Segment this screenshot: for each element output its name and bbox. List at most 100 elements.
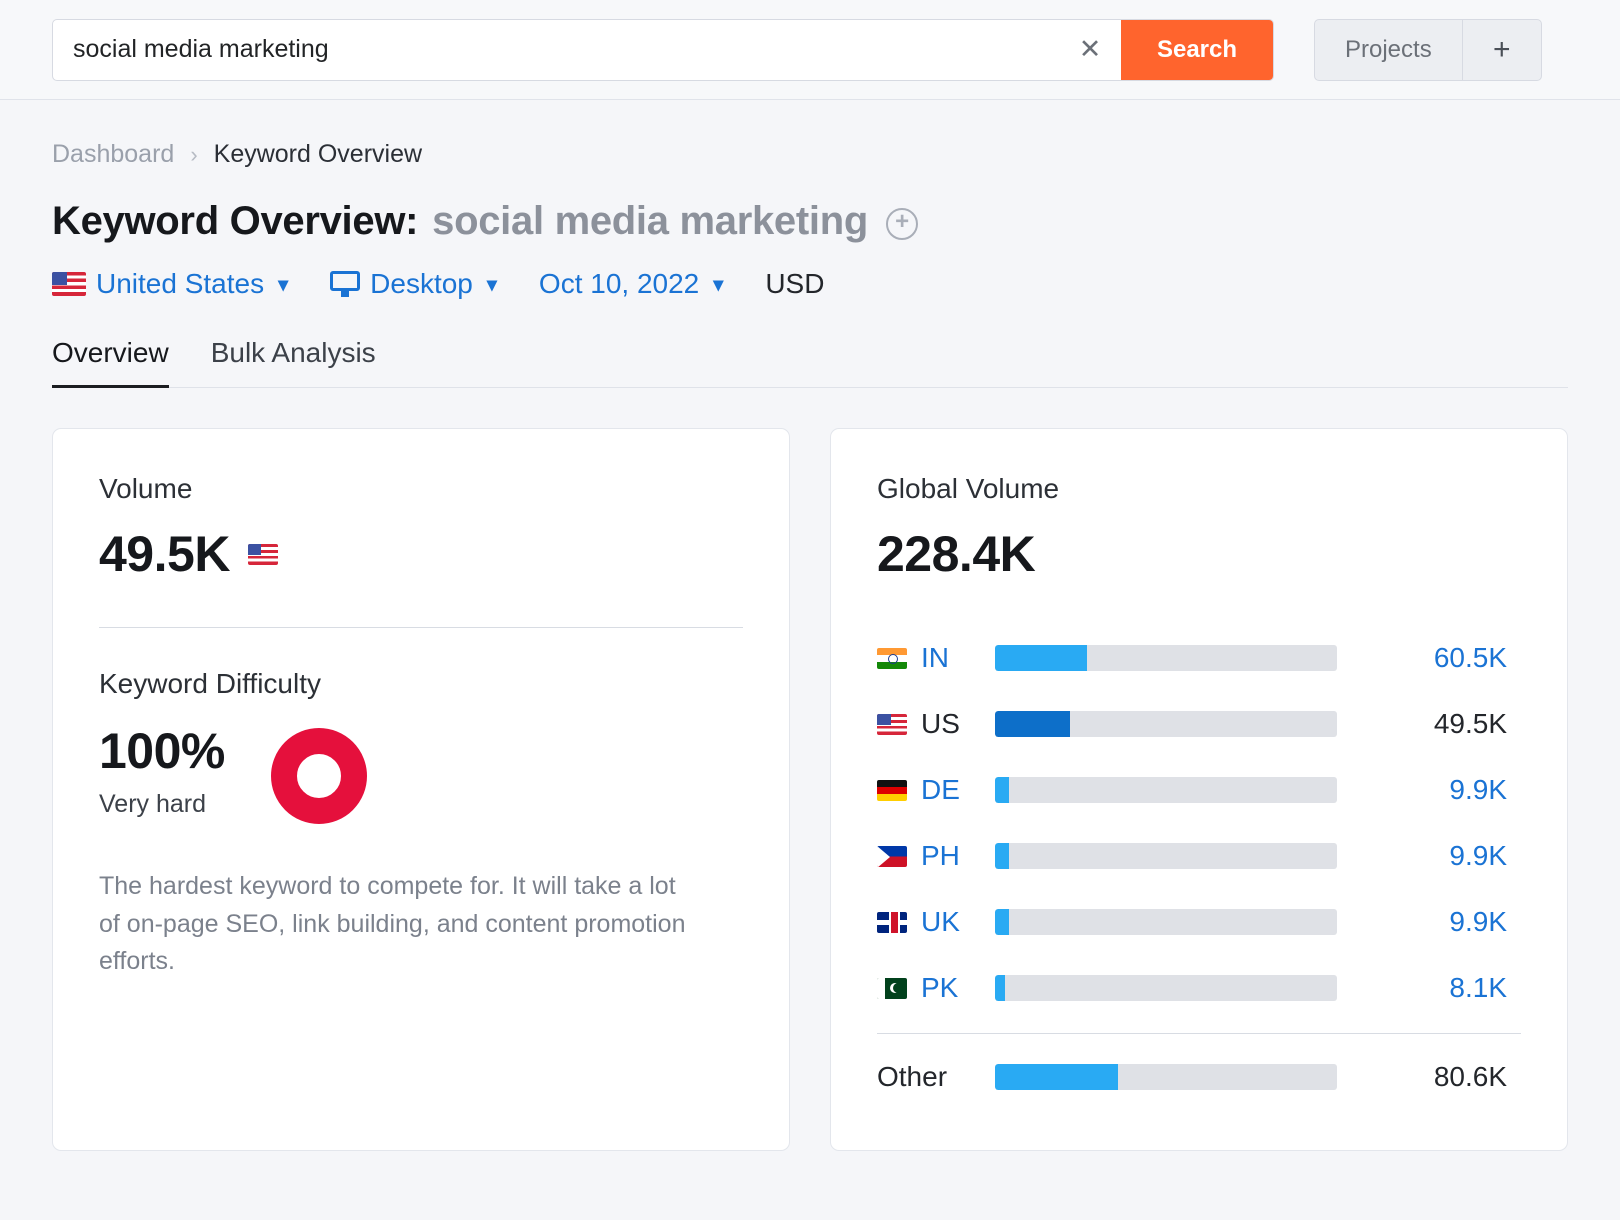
list-divider [877, 1033, 1521, 1034]
volume-bar-fill [995, 777, 1009, 803]
breadcrumb-separator-icon: › [190, 142, 197, 168]
country-code: PK [921, 972, 958, 1004]
volume-value: 49.5K [1337, 708, 1507, 740]
page-title: Keyword Overview: social media marketing… [52, 199, 1568, 244]
card-divider [99, 627, 743, 628]
chevron-down-icon: ▾ [278, 272, 288, 297]
country-code: DE [921, 774, 960, 806]
device-filter[interactable]: Desktop ▾ [330, 268, 497, 300]
volume-bar-fill [995, 909, 1009, 935]
search-input[interactable] [53, 20, 1059, 80]
country-cell[interactable]: US [877, 708, 995, 740]
date-filter[interactable]: Oct 10, 2022 ▾ [539, 268, 723, 300]
search-field-group: ✕ Search [52, 19, 1274, 81]
volume-bar-fill [995, 645, 1087, 671]
device-filter-label: Desktop [370, 268, 473, 300]
volume-value: 9.9K [1337, 906, 1507, 938]
global-volume-row: PK 8.1K [877, 955, 1521, 1021]
volume-value: 9.9K [1337, 774, 1507, 806]
flag-in-icon [877, 648, 907, 669]
flag-de-icon [877, 780, 907, 801]
tab-bar: Overview Bulk Analysis [52, 336, 1568, 388]
search-button[interactable]: Search [1121, 20, 1273, 80]
volume-bar-fill [995, 1064, 1118, 1090]
global-volume-row: UK 9.9K [877, 889, 1521, 955]
volume-bar-track [995, 909, 1337, 935]
united-states-flag-icon [248, 544, 278, 565]
date-filter-label: Oct 10, 2022 [539, 268, 699, 300]
country-code: US [921, 708, 960, 740]
volume-value: 8.1K [1337, 972, 1507, 1004]
metrics-cards: Volume 49.5K Keyword Difficulty 100% Ver… [0, 388, 1620, 1151]
volume-bar-fill [995, 975, 1005, 1001]
volume-bar-fill [995, 711, 1070, 737]
monitor-icon [330, 271, 360, 297]
filter-row: United States ▾ Desktop ▾ Oct 10, 2022 ▾… [52, 268, 1568, 300]
global-volume-country-list: IN 60.5K US 49.5K DE 9.9K PH 9.9K UK 9.9K PK 8.1K Ot… [877, 625, 1521, 1110]
country-code: PH [921, 840, 960, 872]
global-volume-row: DE 9.9K [877, 757, 1521, 823]
keyword-difficulty-rating: Very hard [99, 790, 225, 819]
projects-group: Projects + [1314, 19, 1542, 81]
volume-value: 80.6K [1337, 1061, 1507, 1093]
global-volume-card: Global Volume 228.4K IN 60.5K US 49.5K DE 9.9… [830, 428, 1568, 1151]
volume-bar-track [995, 711, 1337, 737]
global-volume-row: PH 9.9K [877, 823, 1521, 889]
country-cell[interactable]: UK [877, 906, 995, 938]
keyword-difficulty-row: 100% Very hard [99, 722, 743, 824]
volume-bar-track [995, 1064, 1337, 1090]
global-volume-label: Global Volume [877, 473, 1521, 505]
flag-us-icon [877, 714, 907, 735]
page-title-keyword: social media marketing [432, 199, 868, 244]
keyword-difficulty-description: The hardest keyword to compete for. It w… [99, 868, 699, 981]
global-volume-value: 228.4K [877, 525, 1521, 583]
country-label: Other [877, 1061, 995, 1093]
add-project-plus-icon[interactable]: + [1463, 20, 1541, 80]
chevron-down-icon: ▾ [713, 272, 723, 297]
country-cell[interactable]: PK [877, 972, 995, 1004]
chevron-down-icon: ▾ [487, 272, 497, 297]
country-cell[interactable]: PH [877, 840, 995, 872]
difficulty-donut-chart [271, 728, 367, 824]
tab-overview[interactable]: Overview [52, 337, 169, 388]
country-cell[interactable]: IN [877, 642, 995, 674]
global-volume-row: IN 60.5K [877, 625, 1521, 691]
currency-display: USD [765, 268, 824, 300]
projects-button[interactable]: Projects [1315, 20, 1463, 80]
country-cell[interactable]: DE [877, 774, 995, 806]
global-volume-row-other: Other 80.6K [877, 1044, 1521, 1110]
keyword-difficulty-values: 100% Very hard [99, 722, 225, 819]
volume-value: 60.5K [1337, 642, 1507, 674]
country-filter-label: United States [96, 268, 264, 300]
volume-bar-track [995, 777, 1337, 803]
country-code: IN [921, 642, 949, 674]
page-header: Dashboard › Keyword Overview Keyword Ove… [0, 100, 1620, 300]
flag-ph-icon [877, 846, 907, 867]
volume-value: 9.9K [1337, 840, 1507, 872]
volume-label: Volume [99, 473, 743, 505]
country-filter[interactable]: United States ▾ [52, 268, 288, 300]
breadcrumb-current: Keyword Overview [214, 140, 422, 169]
add-keyword-plus-circle-icon[interactable]: + [886, 208, 918, 240]
volume-bar-track [995, 843, 1337, 869]
volume-bar-fill [995, 843, 1009, 869]
tab-bulk-analysis[interactable]: Bulk Analysis [211, 337, 376, 388]
flag-pk-icon [877, 978, 907, 999]
volume-bar-track [995, 645, 1337, 671]
united-states-flag-icon [52, 272, 86, 296]
flag-uk-icon [877, 912, 907, 933]
keyword-difficulty-label: Keyword Difficulty [99, 668, 743, 700]
breadcrumb: Dashboard › Keyword Overview [52, 140, 1568, 169]
keyword-difficulty-percent: 100% [99, 722, 225, 780]
global-volume-row: US 49.5K [877, 691, 1521, 757]
top-search-bar: ✕ Search Projects + [0, 0, 1620, 100]
volume-bar-track [995, 975, 1337, 1001]
country-code: UK [921, 906, 960, 938]
breadcrumb-dashboard-link[interactable]: Dashboard [52, 140, 174, 169]
volume-card: Volume 49.5K Keyword Difficulty 100% Ver… [52, 428, 790, 1151]
clear-search-icon[interactable]: ✕ [1059, 20, 1121, 80]
page-title-label: Keyword Overview: [52, 199, 418, 244]
currency-label: USD [765, 268, 824, 300]
keyword-overview-page: ✕ Search Projects + Dashboard › Keyword … [0, 0, 1620, 1220]
volume-value-row: 49.5K [99, 525, 743, 583]
